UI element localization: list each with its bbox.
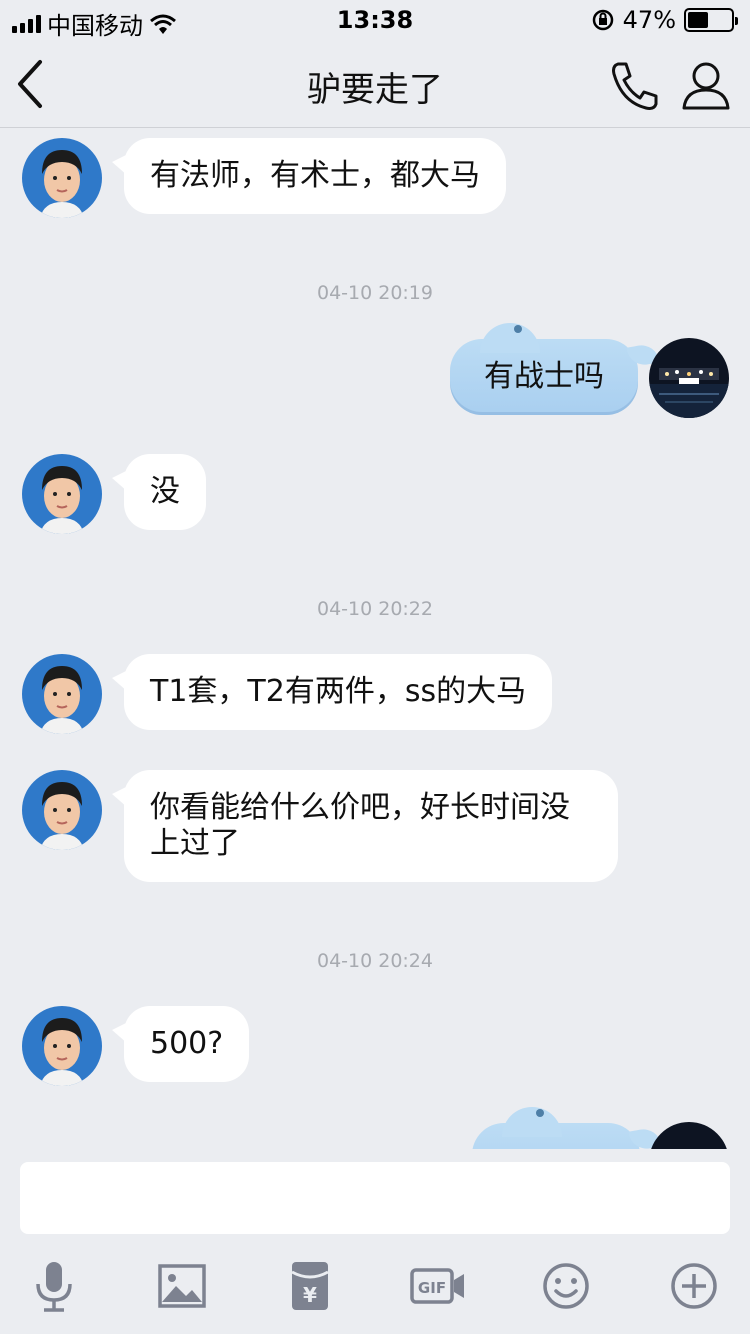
my-avatar[interactable] <box>649 338 729 418</box>
back-chevron-icon[interactable] <box>10 56 54 112</box>
message-text: 你看能给什么价吧，好长时间没上过了 <box>150 790 570 861</box>
nav-bar: 驴要走了 <box>0 40 750 128</box>
emoji-icon[interactable] <box>536 1258 596 1314</box>
svg-text:GIF: GIF <box>418 1279 446 1297</box>
message-timestamp: 04-10 20:22 <box>316 598 433 620</box>
chat-area[interactable]: 有法师，有术士，都大马 04-10 20:19 有战士吗 没 04-10 20:… <box>0 129 750 1149</box>
signal-icon <box>12 14 41 33</box>
message-bubble[interactable]: 没 <box>112 454 206 530</box>
message-bubble[interactable]: 你看能给什么价吧，好长时间没上过了 <box>112 770 618 882</box>
plus-icon[interactable] <box>664 1258 724 1314</box>
message-input[interactable] <box>20 1162 730 1234</box>
battery-fill <box>688 12 708 28</box>
gif-icon[interactable]: GIF <box>408 1258 468 1314</box>
carrier-label: 中国移动 <box>47 12 143 40</box>
my-message-bubble[interactable] <box>472 1107 662 1149</box>
wifi-icon <box>150 14 176 34</box>
message-text: 有法师，有术士，都大马 <box>150 158 480 193</box>
boy-avatar-icon <box>22 454 102 534</box>
rotation-lock-icon <box>592 9 613 31</box>
message-bubble[interactable]: T1套，T2有两件，ss的大马 <box>111 654 553 730</box>
message-timestamp: 04-10 20:19 <box>316 282 433 304</box>
boy-avatar-icon <box>22 138 102 218</box>
contact-avatar[interactable] <box>22 138 102 218</box>
contact-avatar[interactable] <box>22 770 102 850</box>
battery-icon <box>684 8 738 32</box>
boy-avatar-icon <box>22 1006 102 1086</box>
whale-bubble-decoration <box>502 1107 562 1137</box>
message-bubble[interactable]: 500? <box>111 1006 250 1082</box>
message-bubble[interactable]: 有法师，有术士，都大马 <box>112 138 506 214</box>
battery-percent: 47% <box>622 6 676 34</box>
boy-avatar-icon <box>22 770 102 850</box>
message-text: T1套，T2有两件，ss的大马 <box>150 674 527 709</box>
contact-avatar[interactable] <box>22 1006 102 1086</box>
phone-icon[interactable] <box>606 58 662 114</box>
svg-text:¥: ¥ <box>303 1283 317 1307</box>
night-city-avatar-icon <box>649 1122 729 1149</box>
message-timestamp: 04-10 20:24 <box>316 950 433 972</box>
my-avatar[interactable] <box>649 1122 729 1149</box>
message-text: 500? <box>150 1026 224 1061</box>
night-city-avatar-icon <box>649 338 729 418</box>
status-right: 47% <box>591 6 738 34</box>
contact-avatar[interactable] <box>22 454 102 534</box>
input-toolbar: ¥ GIF <box>0 1244 750 1334</box>
message-text: 没 <box>150 474 180 509</box>
message-text: 有战士吗 <box>484 359 604 394</box>
image-icon[interactable] <box>152 1258 212 1314</box>
microphone-icon[interactable] <box>24 1258 84 1314</box>
status-bar: 中国移动 13:38 47% <box>0 0 750 40</box>
profile-icon[interactable] <box>680 58 732 114</box>
red-packet-icon[interactable]: ¥ <box>280 1258 340 1314</box>
status-left: 中国移动 <box>12 6 177 41</box>
whale-bubble-decoration <box>480 323 540 353</box>
boy-avatar-icon <box>22 654 102 734</box>
my-message-bubble[interactable]: 有战士吗 <box>450 323 660 415</box>
contact-avatar[interactable] <box>22 654 102 734</box>
